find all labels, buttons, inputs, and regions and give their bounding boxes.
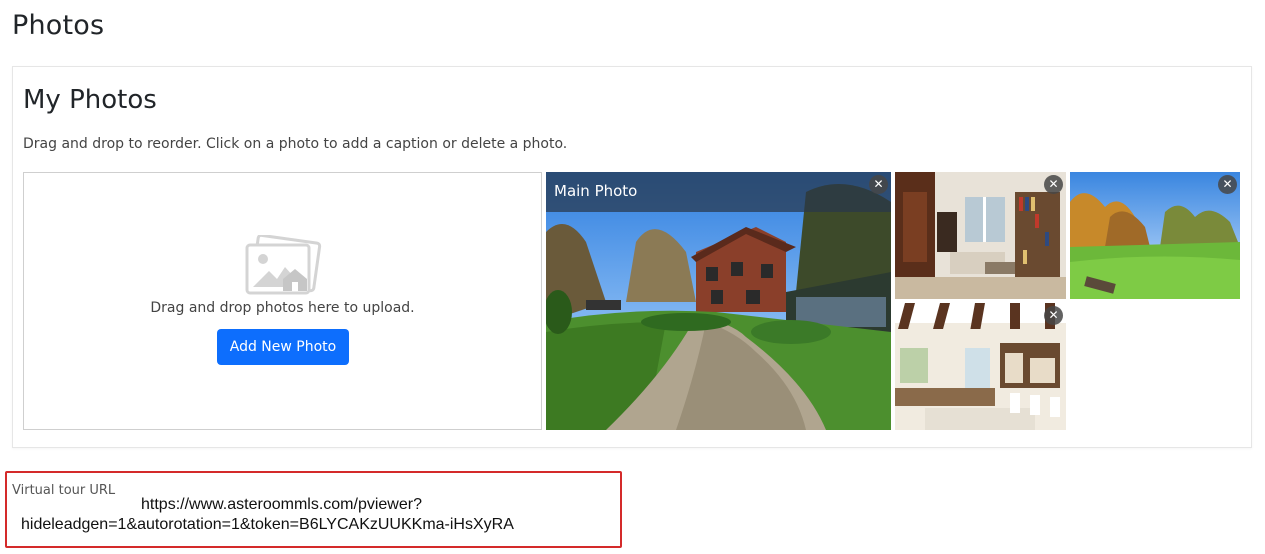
dropzone-text: Drag and drop photos here to upload. [150, 300, 415, 316]
card-description: Drag and drop to reorder. Click on a pho… [23, 136, 568, 152]
photo-thumbnail-lawn[interactable]: ✕ [1070, 172, 1240, 299]
card-title: My Photos [23, 85, 157, 115]
living-room-photo [895, 172, 1066, 299]
virtual-tour-url-value[interactable]: https://www.asteroommls.com/pviewer?hide… [21, 495, 611, 535]
close-icon[interactable]: ✕ [869, 175, 888, 194]
photo-dropzone[interactable]: Drag and drop photos here to upload. Add… [23, 172, 542, 430]
main-photo-label: Main Photo [546, 172, 891, 212]
page-title: Photos [12, 10, 105, 41]
photo-thumbnail-kitchen[interactable]: ✕ [895, 303, 1066, 430]
main-photo[interactable]: Main Photo ✕ [546, 172, 891, 430]
photo-thumbnail-living[interactable]: ✕ [895, 172, 1066, 299]
virtual-tour-field[interactable]: Virtual tour URL https://www.asteroommls… [5, 471, 622, 548]
add-new-photo-button[interactable]: Add New Photo [217, 329, 349, 365]
photos-upload-icon [245, 235, 322, 295]
close-icon[interactable]: ✕ [1218, 175, 1237, 194]
close-icon[interactable]: ✕ [1044, 306, 1063, 325]
garden-lawn-photo [1070, 172, 1240, 299]
close-icon[interactable]: ✕ [1044, 175, 1063, 194]
kitchen-photo [895, 303, 1066, 430]
